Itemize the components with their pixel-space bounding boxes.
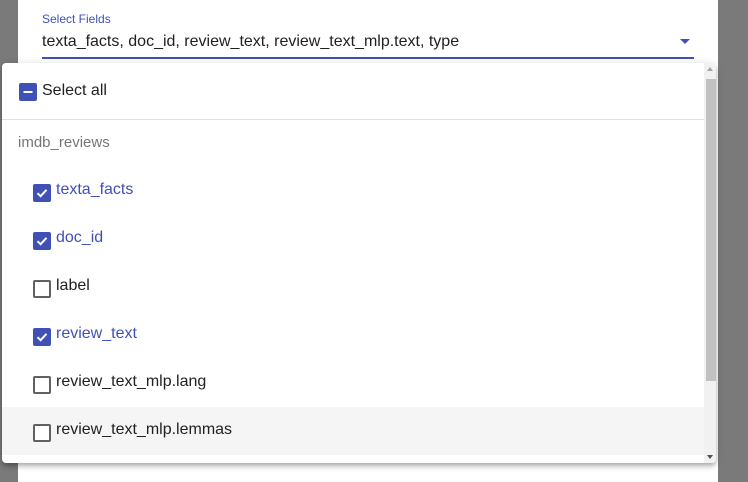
option-label-field[interactable]: label <box>2 263 704 311</box>
indeterminate-checkbox-icon[interactable] <box>19 83 37 101</box>
select-fields-value[interactable]: texta_facts, doc_id, review_text, review… <box>42 33 459 51</box>
scroll-up-arrow-icon[interactable] <box>707 67 713 71</box>
option-texta-facts[interactable]: texta_facts <box>2 167 704 215</box>
option-review-text-mlp-lemmas[interactable]: review_text_mlp.lemmas <box>2 407 704 455</box>
checked-checkbox-icon[interactable] <box>33 232 51 250</box>
unchecked-checkbox-icon[interactable] <box>33 280 51 298</box>
unchecked-checkbox-icon[interactable] <box>33 376 51 394</box>
option-doc-id[interactable]: doc_id <box>2 215 704 263</box>
checked-checkbox-icon[interactable] <box>33 328 51 346</box>
option-label: review_text <box>56 325 137 342</box>
option-review-text-mlp-lang[interactable]: review_text_mlp.lang <box>2 359 704 407</box>
option-label: texta_facts <box>56 181 134 198</box>
option-label: doc_id <box>56 229 104 246</box>
select-fields-label: Select Fields <box>42 12 111 26</box>
vertical-scrollbar[interactable] <box>704 63 716 463</box>
select-fields-dropdown[interactable]: Select Fields texta_facts, doc_id, revie… <box>42 0 694 60</box>
group-label: imdb_reviews <box>18 134 110 151</box>
scroll-down-arrow-icon[interactable] <box>707 455 713 459</box>
checked-checkbox-icon[interactable] <box>33 184 51 202</box>
dropdown-arrow-icon[interactable] <box>680 39 690 44</box>
select-all-option[interactable]: Select all <box>2 63 704 120</box>
scrollbar-thumb[interactable] <box>706 79 716 381</box>
unchecked-checkbox-icon[interactable] <box>33 424 51 442</box>
select-all-label: Select all <box>42 82 107 99</box>
field-underline <box>42 57 694 59</box>
option-review-text[interactable]: review_text <box>2 311 704 359</box>
option-label: review_text_mlp.lemmas <box>56 421 233 438</box>
options-list: Select all imdb_reviews texta_facts doc_… <box>2 63 704 463</box>
option-label: label <box>56 277 90 294</box>
option-label: review_text_mlp.lang <box>56 373 207 390</box>
options-panel: Select all imdb_reviews texta_facts doc_… <box>2 63 716 463</box>
